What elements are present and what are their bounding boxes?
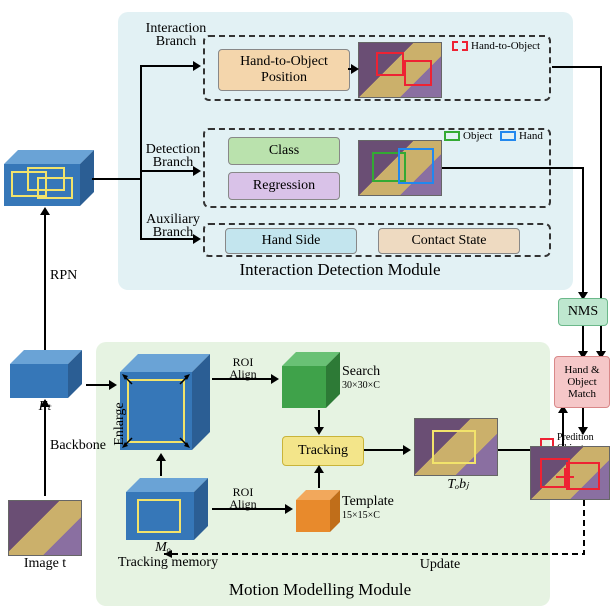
image-t-label: Image t <box>10 556 80 572</box>
search-to-tracking <box>318 410 320 432</box>
ft-to-enlarge <box>86 384 114 386</box>
det-to-nms-v <box>582 167 584 297</box>
contact-pill: Contact State <box>378 228 520 254</box>
int-legend-label: Hand-to-Object <box>471 40 540 52</box>
det-legend-hand-label: Hand <box>519 130 543 142</box>
nms-pill: NMS <box>558 298 608 326</box>
class-label: Class <box>269 143 299 159</box>
nms-label: NMS <box>568 304 598 320</box>
hand-to-object-pill: Hand-to-Object Position <box>218 49 350 91</box>
nms-to-match <box>582 326 584 356</box>
det-legend-obj-label: Object <box>463 130 492 142</box>
input-image <box>8 500 82 556</box>
rpn-label: RPN <box>50 268 90 284</box>
backbone-label: Backbone <box>50 438 120 454</box>
regression-label: Regression <box>253 178 315 194</box>
rpn-arrow <box>44 210 46 350</box>
backbone-arrow <box>44 402 46 496</box>
mmm-title: Motion Modelling Module <box>180 580 460 600</box>
prop-stem-h <box>92 178 142 180</box>
aux-branch-label: Auxiliary Branch <box>138 213 208 239</box>
int-mini-red2 <box>404 60 432 86</box>
detection-branch-text: Detection Branch <box>146 142 200 170</box>
ft-cube <box>10 350 88 398</box>
tracking-label: Tracking <box>298 443 348 459</box>
det-legend-obj-sw <box>444 131 460 141</box>
update-line <box>164 500 594 570</box>
int-legend-swatch <box>452 41 468 51</box>
det-to-nms-h <box>442 167 584 169</box>
contact-label: Contact State <box>411 233 486 249</box>
det-legend-hand-sw <box>500 131 516 141</box>
out-cross <box>556 468 574 486</box>
det-legend-hand: Hand <box>500 130 543 142</box>
regression-pill: Regression <box>228 172 340 200</box>
proposals-cube <box>4 150 94 206</box>
prop-to-detection <box>142 170 198 172</box>
ft-label: Fₜ <box>30 398 60 415</box>
int-to-match-h <box>552 66 602 68</box>
update-label: Update <box>410 557 470 573</box>
enlarge-cube <box>120 354 210 450</box>
search-dim: 30×30×C <box>342 380 412 391</box>
tracking-to-tobj <box>364 449 408 451</box>
enlarge-label: Enlarge <box>112 394 128 454</box>
class-pill: Class <box>228 137 340 165</box>
tobj-box <box>432 430 476 464</box>
detection-branch-label: Detection Branch <box>138 143 208 169</box>
roi-text-1: ROI Align <box>229 355 256 381</box>
search-cube <box>282 352 342 408</box>
idm-title: Interaction Detection Module <box>190 260 490 280</box>
hand-to-object-label: Hand-to-Object Position <box>219 54 349 86</box>
det-legend-obj: Object <box>444 130 492 142</box>
det-mini-blue <box>398 148 434 184</box>
prop-to-interaction <box>142 65 198 67</box>
memory-to-enlarge <box>160 456 162 476</box>
int-pill-to-img <box>348 68 356 70</box>
roi-label-1: ROI Align <box>218 356 268 380</box>
tobj-label: Tₒbⱼ <box>438 476 478 493</box>
match-to-out <box>582 408 584 432</box>
match-label: Hand & Object Match <box>555 364 609 400</box>
aux-branch-text: Auxiliary Branch <box>146 212 200 240</box>
handside-label: Hand Side <box>262 233 321 249</box>
template-to-tracking <box>318 468 320 488</box>
int-mini-red1 <box>376 52 404 76</box>
interaction-branch-text: Interaction Branch <box>146 21 207 49</box>
int-legend: Hand-to-Object <box>452 40 540 52</box>
search-label: Search <box>342 364 402 380</box>
match-pill: Hand & Object Match <box>554 356 610 408</box>
handside-pill: Hand Side <box>225 228 357 254</box>
